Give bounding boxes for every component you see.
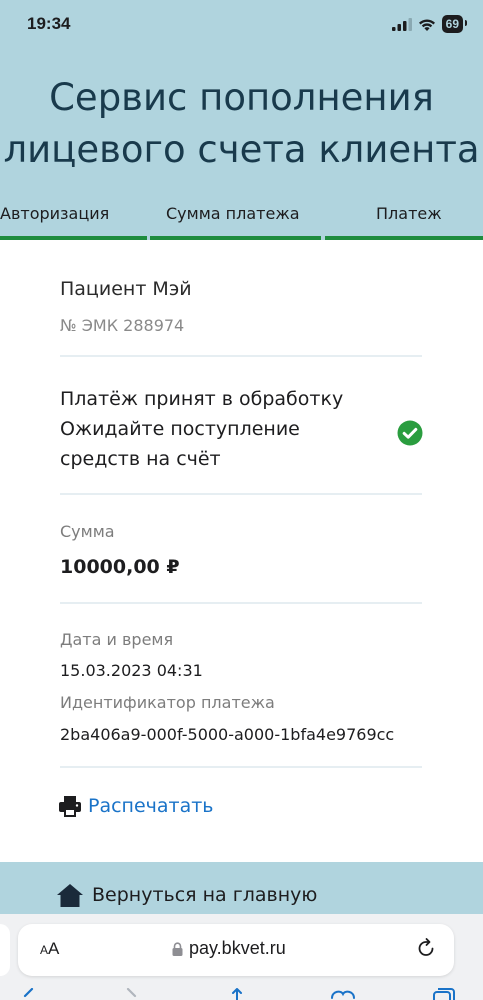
share-icon[interactable] bbox=[226, 988, 248, 1000]
patient-name: Пациент Мэй bbox=[60, 278, 192, 300]
payment-status-line3: средств на счёт bbox=[60, 448, 221, 470]
url-display[interactable]: pay.bkvet.ru bbox=[172, 938, 286, 959]
home-icon bbox=[57, 884, 83, 907]
url-text: pay.bkvet.ru bbox=[189, 938, 286, 958]
amount-value: 10000,00 ₽ bbox=[60, 556, 180, 578]
page-title-line1: Сервис пополнения bbox=[49, 76, 434, 119]
back-to-home-button[interactable]: Вернуться на главную bbox=[56, 883, 317, 907]
step-authorization: Авторизация bbox=[0, 204, 147, 240]
divider bbox=[60, 355, 422, 357]
text-size-large-a: A bbox=[48, 939, 60, 958]
step-payment: Платеж bbox=[325, 204, 483, 240]
check-circle-icon bbox=[397, 420, 423, 446]
bookmarks-icon[interactable] bbox=[330, 988, 356, 1000]
print-link-label: Распечатать bbox=[88, 795, 214, 817]
text-size-button[interactable]: AA bbox=[40, 939, 59, 959]
status-icons: 69 bbox=[391, 15, 468, 33]
step-authorization-label: Авторизация bbox=[0, 204, 110, 223]
cellular-signal-icon bbox=[391, 17, 412, 31]
divider bbox=[60, 602, 422, 604]
step-amount-label: Сумма платежа bbox=[166, 204, 300, 223]
wifi-icon bbox=[418, 18, 435, 31]
progress-steps: Авторизация Сумма платежа Платеж bbox=[0, 204, 483, 240]
status-bar: 19:34 69 bbox=[0, 0, 483, 52]
patient-emk: № ЭМК 288974 bbox=[60, 316, 185, 335]
status-time: 19:34 bbox=[27, 14, 71, 33]
address-bar[interactable]: AA pay.bkvet.ru bbox=[18, 924, 454, 976]
payment-status-line2: Ожидайте поступление bbox=[60, 418, 300, 440]
previous-tab-edge[interactable] bbox=[0, 924, 10, 976]
forward-arrow-icon[interactable] bbox=[122, 988, 140, 1000]
step-amount: Сумма платежа bbox=[150, 204, 321, 240]
page-title: Сервис пополнения лицевого счета клиента bbox=[0, 72, 483, 176]
printer-icon bbox=[59, 796, 81, 817]
divider bbox=[60, 766, 422, 768]
payment-status-message: Платёж принят в обработку Ожидайте посту… bbox=[60, 384, 380, 474]
tabs-icon[interactable] bbox=[432, 988, 456, 1000]
back-arrow-icon[interactable] bbox=[20, 988, 38, 1000]
payment-id-value: 2ba406a9-000f-5000-a000-1bfa4e9769cc bbox=[60, 725, 395, 744]
datetime-value: 15.03.2023 04:31 bbox=[60, 661, 203, 680]
divider bbox=[60, 493, 422, 495]
reload-icon[interactable] bbox=[414, 936, 438, 960]
print-button[interactable]: Распечатать bbox=[58, 794, 214, 818]
back-to-home-label: Вернуться на главную bbox=[92, 884, 318, 906]
amount-label: Сумма bbox=[60, 522, 115, 541]
battery-icon: 69 bbox=[441, 15, 468, 33]
lock-icon bbox=[172, 941, 183, 956]
page-title-line2: лицевого счета клиента bbox=[3, 128, 480, 171]
step-payment-label: Платеж bbox=[376, 204, 442, 223]
payment-status-line1: Платёж принят в обработку bbox=[60, 388, 344, 410]
payment-id-label: Идентификатор платежа bbox=[60, 693, 275, 712]
text-size-small-a: A bbox=[40, 943, 49, 957]
datetime-label: Дата и время bbox=[60, 630, 174, 649]
